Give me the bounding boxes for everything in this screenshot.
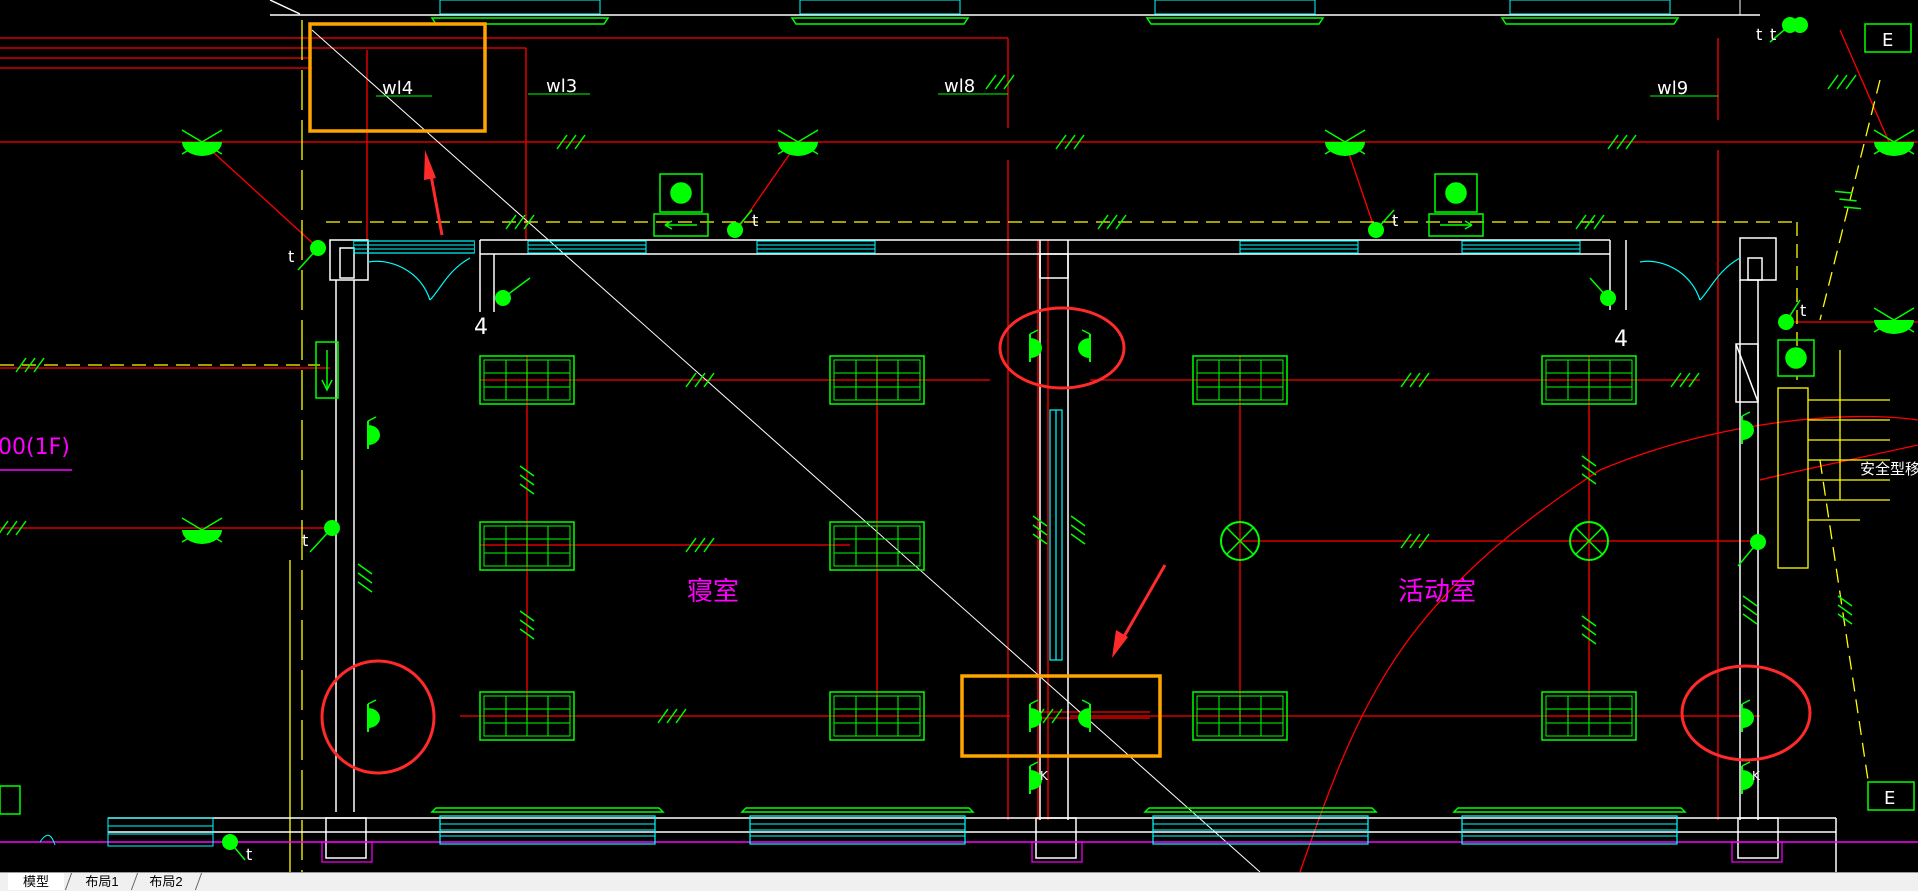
- right-note: 安全型移: [1860, 460, 1918, 478]
- top-windows: [353, 240, 1581, 254]
- left-curve: [39, 834, 56, 846]
- switch-mark: t: [752, 211, 758, 230]
- socket-mark: K: [1040, 769, 1049, 783]
- switch-mark: t: [1770, 25, 1776, 44]
- switch-stems: [229, 24, 1801, 861]
- highlight-circle-center-top: [998, 306, 1126, 390]
- switch-mark: t: [1392, 211, 1398, 230]
- tab-layout1[interactable]: 布局1: [72, 873, 132, 890]
- switch-mark: t: [302, 531, 308, 550]
- socket-mark: K: [1752, 769, 1761, 783]
- switch-mark: t: [1756, 25, 1762, 44]
- exhaust-fans: [653, 173, 1815, 377]
- light-panels: [479, 355, 1637, 741]
- tab-layout2[interactable]: 布局2: [136, 873, 196, 890]
- count-mark-right: 4: [1614, 327, 1628, 352]
- circuit-ticks: [0, 74, 1862, 724]
- magenta-base-boxes: [321, 841, 1783, 863]
- cad-drawing-canvas[interactable]: wl4 wl3 wl8 wl9 寝室 活动室 00(1F) 安全型移 4 4 t…: [0, 0, 1918, 872]
- room-label-bedroom: 寝室: [687, 577, 739, 607]
- switch-mark: t: [1800, 301, 1806, 320]
- elevator-mark-bottom: E: [1884, 788, 1895, 809]
- left-edge-box: [0, 785, 21, 815]
- down-arrow-device: [315, 341, 339, 399]
- side-windows: [367, 257, 1741, 661]
- annotation-arrow-down: [1112, 564, 1167, 658]
- switch-mark: t: [288, 247, 294, 266]
- yellow-dashed-lines: [0, 20, 1890, 872]
- red-wiring: [0, 29, 1918, 872]
- elevator-mark-top: E: [1882, 30, 1893, 51]
- layout-tab-bar: 模型 布局1 布局2: [0, 872, 1918, 891]
- tab-model[interactable]: 模型: [8, 873, 64, 890]
- switch-mark: t: [246, 845, 252, 864]
- bottom-windows: [107, 807, 1686, 847]
- count-mark-left: 4: [474, 315, 488, 340]
- room-label-activity-room: 活动室: [1398, 577, 1476, 607]
- top-window-strip: [270, 0, 1760, 25]
- level-label: 00(1F): [0, 435, 70, 460]
